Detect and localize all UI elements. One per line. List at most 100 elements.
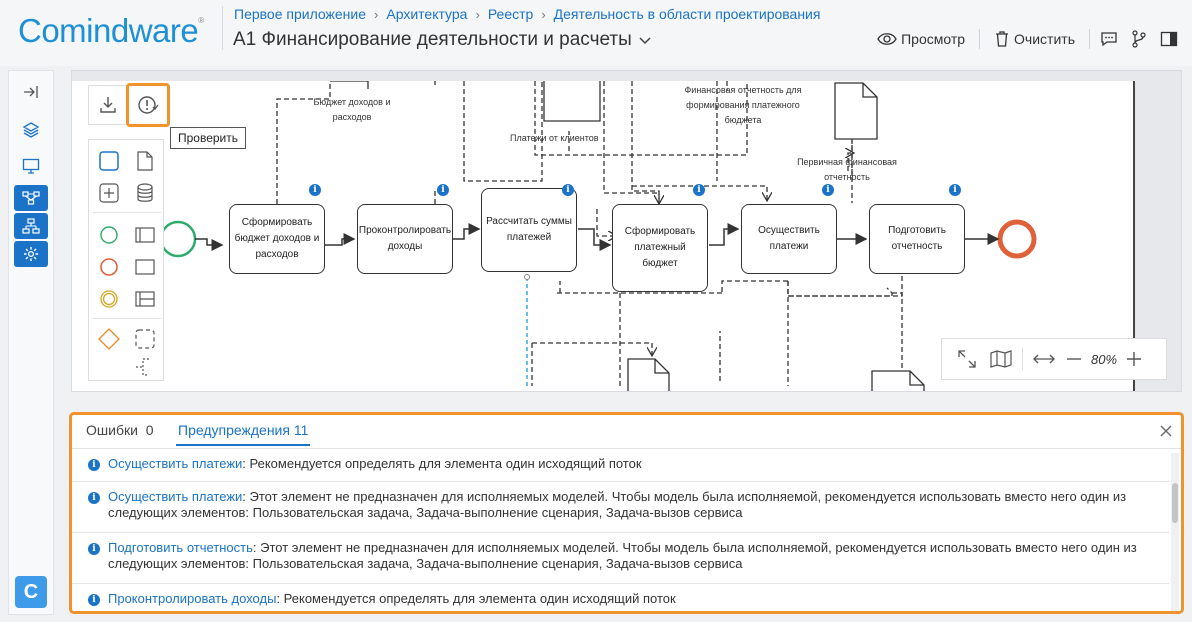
task-label: Сформировать бюджет доходов и расходов [234, 217, 320, 260]
zoom-out-button[interactable] [1061, 344, 1087, 374]
start-event-icon [100, 226, 118, 244]
zoom-level: 80% [1091, 351, 1118, 367]
rail-process-button[interactable] [14, 185, 48, 211]
issue-element-link[interactable]: Подготовить отчетность [108, 540, 253, 555]
info-icon[interactable]: i [693, 184, 705, 196]
list-item[interactable]: i Проконтролировать доходы: Рекомендуетс… [72, 584, 1169, 611]
logo[interactable]: Comindware® [18, 12, 204, 50]
palette-subprocess[interactable] [93, 178, 125, 208]
breadcrumb-item-app[interactable]: Первое приложение [234, 6, 366, 22]
task-payment-budget[interactable]: Сформировать платежный бюджет [612, 204, 708, 292]
close-icon[interactable] [1159, 424, 1173, 438]
expand-icon [958, 350, 976, 368]
comments-button[interactable] [1094, 26, 1124, 52]
clear-button[interactable]: Очистить [984, 26, 1085, 52]
breadcrumb: Первое приложение › Архитектура › Реестр… [234, 6, 820, 22]
palette-gateway[interactable] [93, 324, 125, 354]
scrollbar[interactable] [1171, 453, 1179, 611]
breadcrumb-item-registry[interactable]: Реестр [488, 6, 534, 22]
rail-desktop-button[interactable] [14, 153, 48, 179]
task-budget[interactable]: Сформировать бюджет доходов и расходов [229, 204, 325, 274]
palette-divider [93, 318, 161, 319]
palette-annotation[interactable] [129, 352, 161, 382]
palette-group[interactable] [129, 324, 161, 354]
rail-settings-button[interactable] [14, 241, 48, 267]
header-divider [222, 6, 223, 50]
fit-width-button[interactable] [1027, 344, 1061, 374]
rail-expand-button[interactable] [14, 79, 48, 105]
monitor-icon [22, 158, 40, 174]
branches-button[interactable] [1124, 26, 1154, 52]
palette-end-event[interactable] [93, 252, 125, 282]
info-icon[interactable]: i [562, 184, 574, 196]
task-calc-payments[interactable]: Рассчитать суммы платежей [481, 188, 577, 272]
plus-icon [1127, 352, 1142, 366]
info-icon[interactable]: i [822, 184, 834, 196]
intermediate-event-icon [100, 290, 118, 308]
palette-task[interactable] [93, 146, 125, 176]
task-label: Рассчитать суммы платежей [486, 216, 572, 243]
rail-layers-button[interactable] [14, 117, 48, 143]
issue-element-link[interactable]: Проконтролировать доходы [108, 591, 276, 606]
list-item[interactable]: i Осуществить платежи: Рекомендуется опр… [72, 449, 1169, 482]
palette-start-event[interactable] [93, 220, 125, 250]
download-button[interactable] [90, 87, 126, 123]
left-rail: C [8, 70, 54, 615]
task-prepare-report[interactable]: Подготовить отчетность [869, 204, 965, 274]
data-object-primary-report[interactable] [834, 82, 878, 140]
scroll-thumb[interactable] [1172, 483, 1178, 523]
clear-button-label: Очистить [1014, 31, 1075, 47]
validate-highlight [126, 83, 170, 127]
list-item[interactable]: i Подготовить отчетность: Этот элемент н… [72, 533, 1169, 584]
info-icon: i [88, 594, 100, 606]
breadcrumb-item-architecture[interactable]: Архитектура [386, 6, 467, 22]
palette-lane[interactable] [129, 220, 161, 250]
start-event[interactable] [159, 220, 197, 258]
palette-data-store[interactable] [129, 178, 161, 208]
download-icon [100, 97, 116, 113]
data-object-bottom-2[interactable] [871, 370, 925, 392]
issue-element-link[interactable]: Осуществить платежи [108, 456, 242, 471]
validation-panel: Ошибки 0 Предупреждения 11 i Осуществить… [69, 412, 1184, 614]
data-object-payments-clients[interactable] [543, 81, 601, 122]
lanes-split-icon [135, 291, 155, 307]
gear-icon [24, 247, 38, 261]
info-icon[interactable]: i [437, 184, 449, 196]
tab-errors[interactable]: Ошибки 0 [84, 422, 155, 444]
task-make-payments[interactable]: Осуществить платежи [741, 204, 837, 274]
label-primary-report: Первичная финансовая отчетность [797, 157, 897, 182]
page-title[interactable]: А1 Финансирование деятельности и расчеты [233, 29, 652, 51]
info-icon[interactable]: i [309, 184, 321, 196]
fit-screen-button[interactable] [950, 344, 984, 374]
breadcrumb-item-design[interactable]: Деятельность в области проектирования [554, 6, 821, 22]
toolbar-divider [979, 29, 981, 49]
tab-warnings[interactable]: Предупреждения 11 [176, 422, 311, 446]
zoom-divider [1022, 348, 1023, 370]
app-badge[interactable]: C [15, 576, 47, 608]
issue-element-link[interactable]: Осуществить платежи [108, 489, 242, 504]
minimap-button[interactable] [984, 344, 1018, 374]
task-control-income[interactable]: Проконтролировать доходы [357, 204, 453, 274]
panel-toggle-button[interactable] [1154, 26, 1184, 52]
palette-divider [93, 212, 161, 213]
process-diagram-icon [22, 191, 40, 205]
issue-text: : Рекомендуется определять для элемента … [242, 456, 642, 471]
validate-tooltip: Проверить [170, 127, 247, 149]
palette-pool[interactable] [129, 252, 161, 282]
zoom-in-button[interactable] [1121, 344, 1147, 374]
diagram-canvas[interactable]: Сформировать бюджет доходов и расходов П… [71, 70, 1182, 392]
tab-warnings-label: Предупреждения [178, 422, 290, 438]
palette-lanes-split[interactable] [129, 284, 161, 314]
list-item[interactable]: i Осуществить платежи: Этот элемент не п… [72, 482, 1169, 533]
data-object-bottom-1[interactable] [627, 358, 670, 392]
rail-hierarchy-button[interactable] [14, 213, 48, 239]
info-icon[interactable]: i [949, 184, 961, 196]
palette-data-object[interactable] [129, 146, 161, 176]
end-event[interactable] [997, 219, 1037, 259]
data-object-budget[interactable] [330, 81, 369, 89]
view-button[interactable]: Просмотр [867, 26, 975, 52]
toolbar: Просмотр Очистить [867, 26, 1184, 52]
info-icon: i [88, 459, 100, 471]
palette-intermediate-event[interactable] [93, 284, 125, 314]
label-payments-clients: Платежи от клиентов [510, 133, 599, 143]
